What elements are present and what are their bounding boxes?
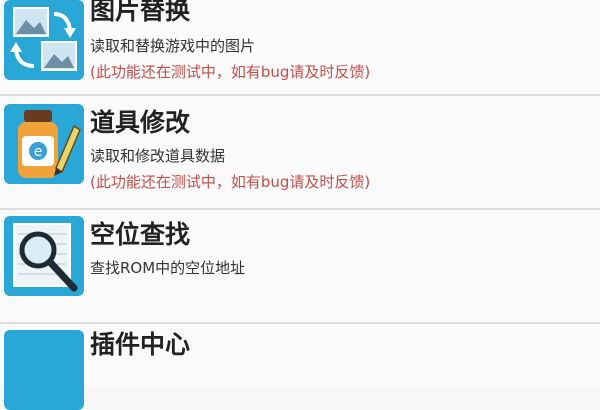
blue-icon: [4, 330, 84, 410]
item-title: 道具修改: [90, 108, 191, 137]
list-item-item-modify[interactable]: e 道具修改 读取和修改道具数据 (此功能还在测试中，如有bug请及时反馈): [0, 96, 600, 210]
item-description: 查找ROM中的空位地址: [90, 259, 246, 277]
item-note: (此功能还在测试中，如有bug请及时反馈): [90, 63, 371, 81]
svg-text:e: e: [34, 144, 43, 160]
image-swap-icon: [4, 0, 84, 80]
potion-bottle-edit-icon: e: [4, 104, 84, 184]
item-title: 插件中心: [90, 330, 191, 359]
item-description: 读取和修改道具数据: [90, 147, 226, 165]
list-item-plugin-center[interactable]: 插件中心: [0, 326, 600, 410]
list-item-empty-slot-search[interactable]: 空位查找 查找ROM中的空位地址: [0, 210, 600, 324]
magnifier-icon: [4, 216, 84, 296]
list-item-image-swap[interactable]: 图片替换 读取和替换游戏中的图片 (此功能还在测试中，如有bug请及时反馈): [0, 0, 600, 96]
item-title: 空位查找: [90, 220, 191, 249]
item-description: 读取和替换游戏中的图片: [90, 37, 256, 55]
item-title: 图片替换: [90, 0, 191, 25]
item-note: (此功能还在测试中，如有bug请及时反馈): [90, 173, 371, 191]
